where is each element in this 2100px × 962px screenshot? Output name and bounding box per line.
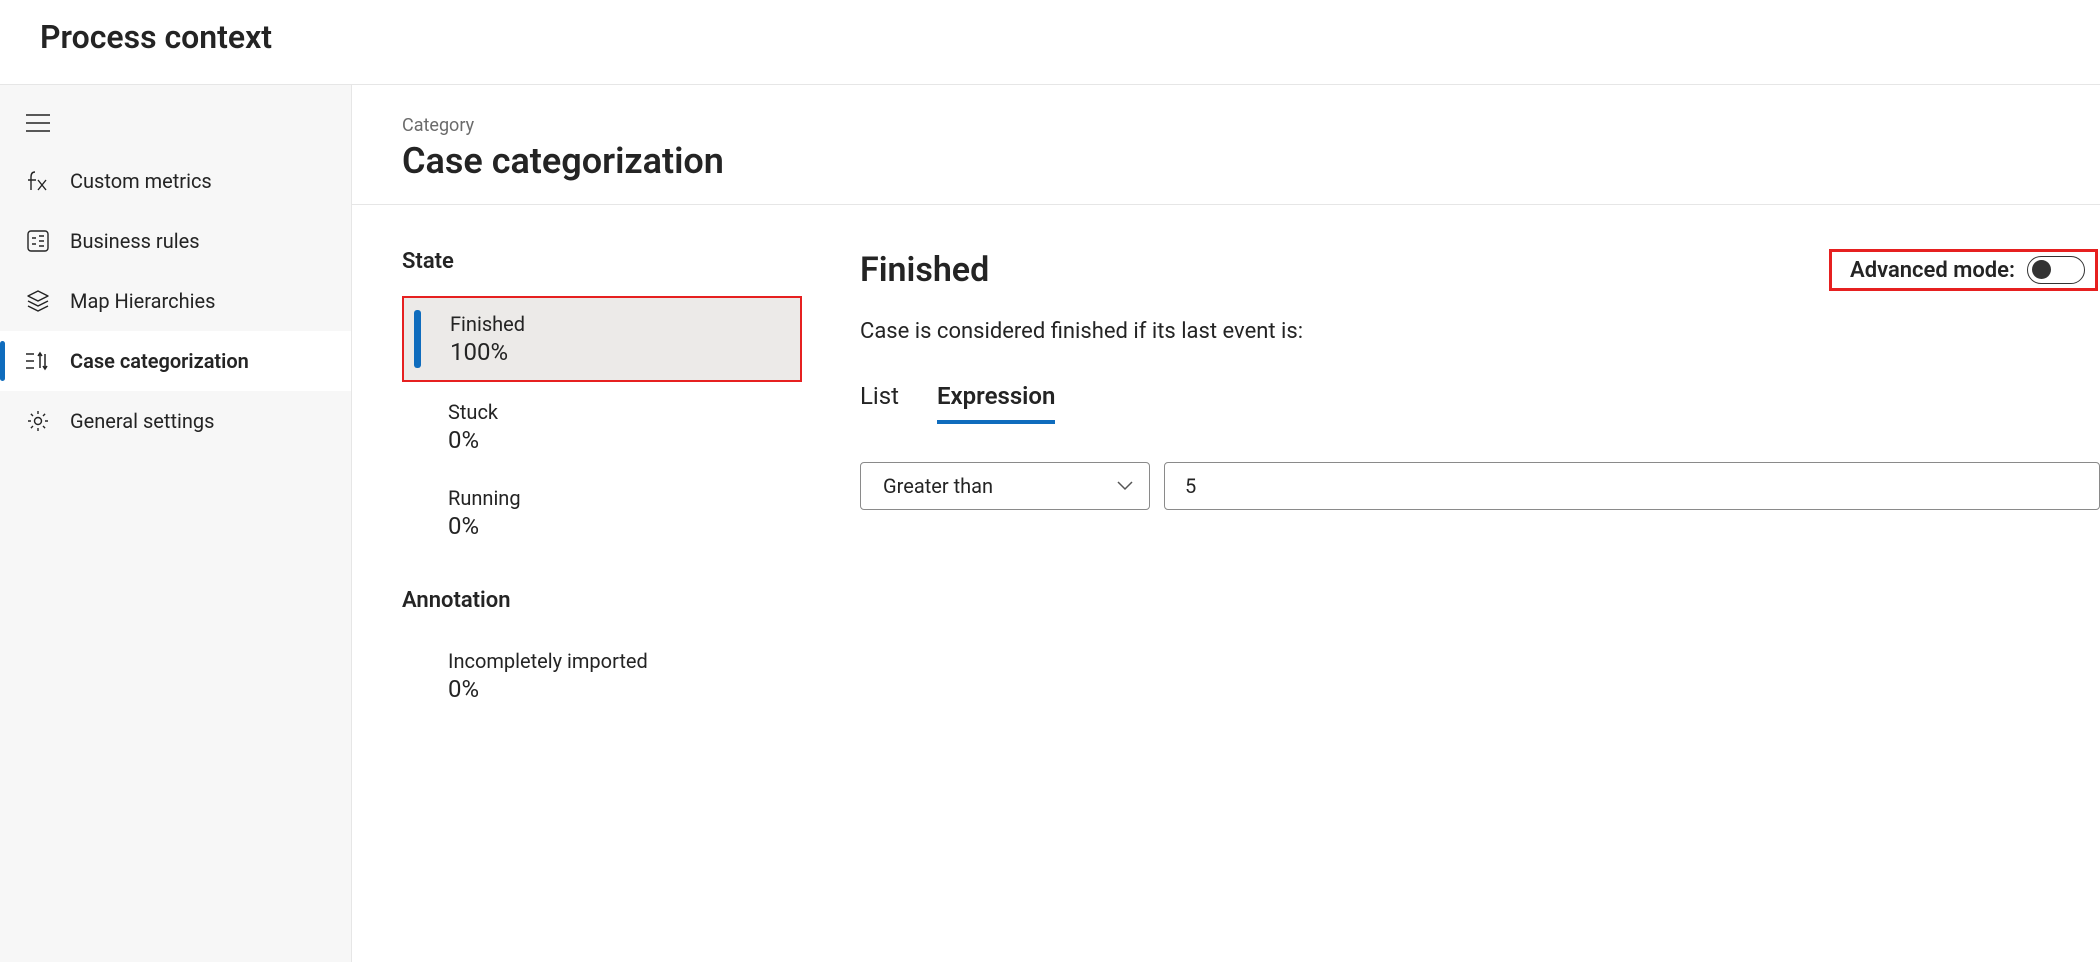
layers-icon bbox=[24, 290, 52, 312]
content-row: State Finished 100% Stuck 0% Running 0% … bbox=[402, 205, 2100, 721]
sidebar-item-custom-metrics[interactable]: Custom metrics bbox=[0, 151, 351, 211]
annotation-heading: Annotation bbox=[402, 588, 802, 613]
sidebar-item-map-hierarchies[interactable]: Map Hierarchies bbox=[0, 271, 351, 331]
category-title: Case categorization bbox=[402, 140, 2100, 182]
annotation-item-incompletely-imported[interactable]: Incompletely imported 0% bbox=[402, 635, 802, 717]
page-title: Process context bbox=[40, 18, 2060, 56]
advanced-mode-label: Advanced mode: bbox=[1850, 258, 2015, 283]
state-item-running[interactable]: Running 0% bbox=[402, 472, 802, 554]
state-name: Stuck bbox=[448, 400, 782, 424]
state-percent: 0% bbox=[448, 426, 782, 454]
detail-title: Finished bbox=[860, 250, 989, 290]
toggle-knob bbox=[2032, 260, 2051, 279]
sidebar-item-label: Custom metrics bbox=[70, 169, 212, 193]
sidebar-item-label: General settings bbox=[70, 409, 214, 433]
tabs: List Expression bbox=[860, 382, 2100, 424]
rules-icon bbox=[24, 230, 52, 252]
operator-value: Greater than bbox=[883, 474, 993, 498]
state-item-stuck[interactable]: Stuck 0% bbox=[402, 386, 802, 468]
state-column: State Finished 100% Stuck 0% Running 0% … bbox=[402, 249, 802, 721]
state-item-finished[interactable]: Finished 100% bbox=[402, 296, 802, 382]
fx-icon bbox=[24, 170, 52, 192]
advanced-mode-toggle[interactable] bbox=[2027, 256, 2085, 284]
detail-column: Finished Advanced mode: Case is consider… bbox=[802, 249, 2100, 721]
expression-controls: Greater than bbox=[860, 462, 2100, 510]
annotation-name: Incompletely imported bbox=[448, 649, 782, 673]
hamburger-icon bbox=[24, 114, 52, 132]
annotation-percent: 0% bbox=[448, 675, 782, 703]
detail-header: Finished Advanced mode: bbox=[860, 249, 2100, 291]
sidebar: Custom metrics Business rules Map Hierar… bbox=[0, 85, 352, 962]
categorization-icon bbox=[24, 350, 52, 372]
operator-select[interactable]: Greater than bbox=[860, 462, 1150, 510]
sidebar-item-label: Case categorization bbox=[70, 349, 249, 373]
page-body: Custom metrics Business rules Map Hierar… bbox=[0, 84, 2100, 962]
detail-description: Case is considered finished if its last … bbox=[860, 319, 2100, 344]
state-name: Running bbox=[448, 486, 782, 510]
state-heading: State bbox=[402, 249, 802, 274]
sidebar-item-business-rules[interactable]: Business rules bbox=[0, 211, 351, 271]
state-name: Finished bbox=[450, 312, 780, 336]
main-content: Category Case categorization State Finis… bbox=[352, 85, 2100, 962]
sidebar-item-general-settings[interactable]: General settings bbox=[0, 391, 351, 451]
state-percent: 100% bbox=[450, 338, 780, 366]
value-input[interactable] bbox=[1164, 462, 2100, 510]
page-header: Process context bbox=[0, 0, 2100, 84]
sidebar-item-label: Map Hierarchies bbox=[70, 289, 215, 313]
sidebar-item-label: Business rules bbox=[70, 229, 200, 253]
advanced-mode-control: Advanced mode: bbox=[1829, 249, 2098, 291]
sidebar-item-case-categorization[interactable]: Case categorization bbox=[0, 331, 351, 391]
tab-expression[interactable]: Expression bbox=[937, 382, 1055, 424]
sidebar-toggle[interactable] bbox=[0, 95, 351, 151]
state-percent: 0% bbox=[448, 512, 782, 540]
chevron-down-icon bbox=[1117, 481, 1133, 491]
category-label: Category bbox=[402, 115, 2100, 136]
gear-icon bbox=[24, 410, 52, 432]
tab-list[interactable]: List bbox=[860, 382, 899, 424]
